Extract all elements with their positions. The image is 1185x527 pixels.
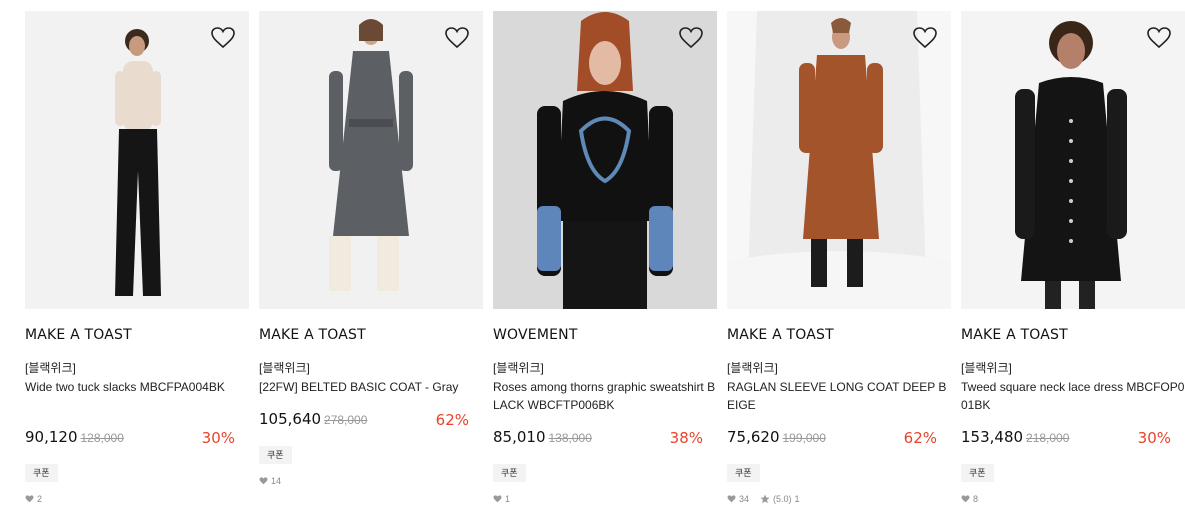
review-count: 1 [794, 494, 800, 504]
wishlist-heart-icon[interactable] [211, 27, 235, 49]
product-grid: MAKE A TOAST [블랙위크] Wide two tuck slacks… [0, 0, 1185, 527]
product-name[interactable]: Tweed square neck lace dress MBCFOP001BK [961, 378, 1185, 414]
heart-filled-icon [727, 495, 736, 503]
product-name[interactable]: Roses among thorns graphic sweatshirt BL… [493, 378, 717, 414]
price-row: 153,480 218,000 30% [961, 428, 1185, 450]
price-row: 90,120 128,000 30% [25, 428, 249, 450]
original-price: 128,000 [80, 431, 124, 445]
coupon-badge: 쿠폰 [25, 464, 58, 482]
sale-price: 105,640 [259, 410, 322, 428]
product-image[interactable] [259, 11, 483, 309]
wishlist-heart-icon[interactable] [1147, 27, 1171, 49]
original-price: 218,000 [1026, 431, 1070, 445]
wishlist-heart-icon[interactable] [445, 27, 469, 49]
brand-name[interactable]: MAKE A TOAST [727, 327, 951, 345]
sale-price: 85,010 [493, 428, 546, 446]
original-price: 138,000 [548, 431, 592, 445]
price-row: 75,620 199,000 62% [727, 428, 951, 450]
discount-rate: 30% [1137, 429, 1171, 447]
product-stats: 2 [25, 494, 249, 504]
heart-filled-icon [25, 495, 34, 503]
coupon-badge: 쿠폰 [259, 446, 292, 464]
promo-tag: [블랙위크] [259, 361, 310, 375]
like-count: 2 [37, 494, 43, 504]
heart-filled-icon [961, 495, 970, 503]
star-icon [760, 494, 770, 504]
product-name[interactable]: [22FW] BELTED BASIC COAT - Gray [259, 378, 483, 396]
promo-tag: [블랙위크] [961, 361, 1012, 375]
product-stats: 14 [259, 476, 483, 486]
product-card[interactable]: WOVEMENT [블랙위크] Roses among thorns graph… [493, 11, 717, 504]
like-count: 34 [739, 494, 750, 504]
sale-price: 153,480 [961, 428, 1024, 446]
like-count: 14 [271, 476, 282, 486]
coupon-badge: 쿠폰 [727, 464, 760, 482]
product-image[interactable] [25, 11, 249, 309]
wishlist-heart-icon[interactable] [913, 27, 937, 49]
product-name[interactable]: RAGLAN SLEEVE LONG COAT DEEP BEIGE [727, 378, 951, 414]
product-image[interactable] [493, 11, 717, 309]
original-price: 199,000 [782, 431, 826, 445]
brand-name[interactable]: MAKE A TOAST [259, 327, 483, 345]
brand-name[interactable]: MAKE A TOAST [25, 327, 249, 345]
product-card[interactable]: MAKE A TOAST [블랙위크] [22FW] BELTED BASIC … [259, 11, 483, 486]
product-name[interactable]: Wide two tuck slacks MBCFPA004BK [25, 378, 249, 414]
heart-filled-icon [493, 495, 502, 503]
product-image[interactable] [727, 11, 951, 309]
discount-rate: 30% [201, 429, 235, 447]
brand-name[interactable]: WOVEMENT [493, 327, 717, 345]
rating-score: (5.0) [773, 494, 792, 504]
product-stats: 1 [493, 494, 717, 504]
discount-rate: 62% [435, 411, 469, 429]
like-count: 1 [505, 494, 511, 504]
promo-tag: [블랙위크] [727, 361, 778, 375]
promo-tag: [블랙위크] [25, 361, 76, 375]
product-stats: 34 (5.0) 1 [727, 494, 951, 504]
product-card[interactable]: MAKE A TOAST [블랙위크] Wide two tuck slacks… [25, 11, 249, 504]
original-price: 278,000 [324, 413, 368, 427]
sale-price: 90,120 [25, 428, 78, 446]
heart-filled-icon [259, 477, 268, 485]
sale-price: 75,620 [727, 428, 780, 446]
coupon-badge: 쿠폰 [493, 464, 526, 482]
discount-rate: 38% [669, 429, 703, 447]
price-row: 85,010 138,000 38% [493, 428, 717, 450]
product-image[interactable] [961, 11, 1185, 309]
brand-name[interactable]: MAKE A TOAST [961, 327, 1185, 345]
wishlist-heart-icon[interactable] [679, 27, 703, 49]
product-stats: 8 [961, 494, 1185, 504]
product-card[interactable]: MAKE A TOAST [블랙위크] RAGLAN SLEEVE LONG C… [727, 11, 951, 504]
price-row: 105,640 278,000 62% [259, 410, 483, 432]
product-card[interactable]: MAKE A TOAST [블랙위크] Tweed square neck la… [961, 11, 1185, 504]
like-count: 8 [973, 494, 979, 504]
coupon-badge: 쿠폰 [961, 464, 994, 482]
discount-rate: 62% [903, 429, 937, 447]
promo-tag: [블랙위크] [493, 361, 544, 375]
